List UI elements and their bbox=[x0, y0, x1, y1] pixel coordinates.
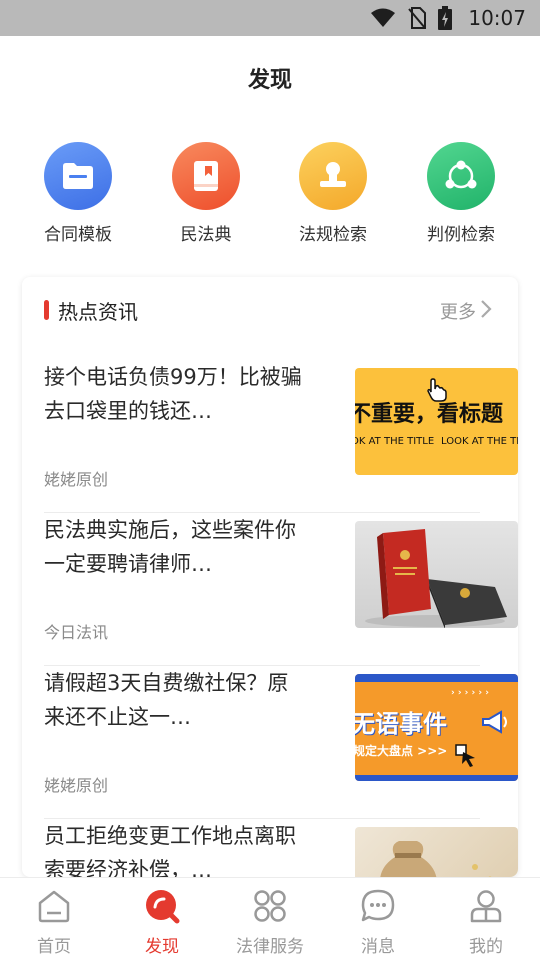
nav-label: 发现 bbox=[145, 937, 179, 957]
news-header: 热点资讯 更多 bbox=[22, 277, 518, 343]
article-title: 接个电话负债99万！比被骗去口袋里的钱还… bbox=[44, 365, 302, 423]
battery-charging-icon bbox=[438, 6, 453, 30]
page-title: 发现 bbox=[247, 68, 292, 93]
quick-action-label: 法规检索 bbox=[299, 225, 367, 245]
nav-profile[interactable]: 我的 bbox=[432, 886, 540, 957]
article-thumbnail: 不重要，看标题 OK AT THE TITLE LOOK AT THE TIT bbox=[355, 368, 518, 475]
hand-cursor-icon bbox=[427, 378, 447, 406]
book-icon bbox=[172, 142, 240, 210]
hot-news-card: 热点资讯 更多 接个电话负债99万！比被骗去口袋里的钱还… 姥姥原创 不重要，看… bbox=[22, 277, 518, 877]
bottom-navigation: 首页 发现 法律服务 消息 我的 bbox=[0, 877, 540, 960]
article-title: 民法典实施后，这些案件你一定要聘请律师… bbox=[44, 518, 296, 576]
nav-messages[interactable]: 消息 bbox=[324, 886, 432, 957]
message-icon bbox=[324, 886, 432, 926]
more-link[interactable]: 更多 bbox=[440, 298, 492, 324]
section-marker bbox=[44, 300, 49, 320]
cursor-icon bbox=[455, 744, 477, 772]
home-icon bbox=[0, 886, 108, 926]
article-thumbnail bbox=[355, 827, 518, 877]
nav-label: 我的 bbox=[469, 937, 503, 957]
nav-legal-services[interactable]: 法律服务 bbox=[216, 886, 324, 957]
arrows-deco: › › › › › › bbox=[451, 688, 489, 698]
news-article[interactable]: 接个电话负债99万！比被骗去口袋里的钱还… 姥姥原创 不重要，看标题 OK AT… bbox=[44, 360, 518, 513]
quick-action-case-search[interactable]: 判例检索 bbox=[406, 142, 516, 245]
news-article[interactable]: 民法典实施后，这些案件你一定要聘请律师… 今日法讯 bbox=[44, 513, 518, 666]
article-title: 员工拒绝变更工作地点离职索要经济补偿，… bbox=[44, 824, 296, 877]
no-sim-icon bbox=[408, 7, 427, 29]
news-article[interactable]: 请假超3天自费缴社保？原来还不止这一… 姥姥原创 › › › › › › 无语事… bbox=[44, 666, 518, 819]
news-article[interactable]: 员工拒绝变更工作地点离职索要经济补偿，… bbox=[44, 819, 518, 877]
wifi-icon bbox=[370, 8, 396, 28]
article-title: 请假超3天自费缴社保？原来还不止这一… bbox=[44, 671, 289, 729]
thumb-caption-left: OK AT THE TITLE bbox=[355, 436, 435, 447]
folder-icon bbox=[44, 142, 112, 210]
quick-actions: 合同模板 民法典 法规检索 判例检索 bbox=[0, 142, 540, 252]
grid-services-icon bbox=[216, 886, 324, 926]
article-source: 姥姥原创 bbox=[44, 776, 109, 795]
stamp-icon bbox=[299, 142, 367, 210]
nav-label: 法律服务 bbox=[236, 937, 304, 957]
quick-action-label: 合同模板 bbox=[44, 225, 112, 245]
money-bag-illustration bbox=[380, 841, 492, 877]
article-thumbnail bbox=[355, 521, 518, 628]
chevron-right-icon bbox=[480, 299, 492, 324]
quick-action-label: 判例检索 bbox=[427, 225, 495, 245]
clock: 10:07 bbox=[468, 6, 526, 30]
more-label: 更多 bbox=[440, 302, 476, 323]
status-bar: 10:07 bbox=[0, 0, 540, 36]
article-thumbnail: › › › › › › 无语事件 规定大盘点 >>> bbox=[355, 674, 518, 781]
nav-label: 消息 bbox=[361, 937, 395, 957]
quick-action-contract-templates[interactable]: 合同模板 bbox=[23, 142, 133, 245]
quick-action-regulation-search[interactable]: 法规检索 bbox=[278, 142, 388, 245]
news-section-title: 热点资讯 bbox=[58, 300, 138, 324]
discover-icon bbox=[108, 886, 216, 926]
article-source: 今日法讯 bbox=[44, 623, 109, 642]
share-nodes-icon bbox=[427, 142, 495, 210]
thumb-caption: 规定大盘点 >>> bbox=[355, 744, 448, 758]
thumb-caption-right: LOOK AT THE TIT bbox=[441, 436, 518, 447]
nav-home[interactable]: 首页 bbox=[0, 886, 108, 957]
thumb-headline: 无语事件 bbox=[355, 710, 447, 738]
law-books-illustration bbox=[365, 529, 507, 628]
article-source: 姥姥原创 bbox=[44, 470, 109, 489]
quick-action-label: 民法典 bbox=[180, 225, 232, 245]
nav-label: 首页 bbox=[37, 937, 71, 957]
user-icon bbox=[432, 886, 540, 926]
megaphone-icon bbox=[481, 710, 511, 740]
nav-discover[interactable]: 发现 bbox=[108, 886, 216, 957]
quick-action-civil-code[interactable]: 民法典 bbox=[151, 142, 261, 245]
